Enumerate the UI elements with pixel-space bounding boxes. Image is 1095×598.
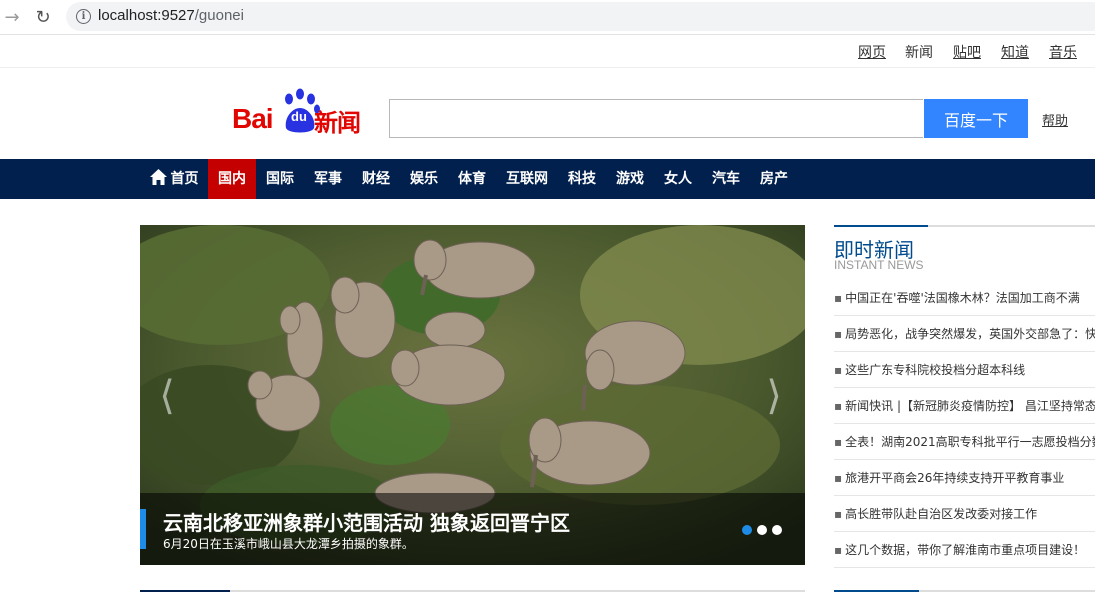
slide-subline: 6月20日在玉溪市峨山县大龙潭乡拍摄的象群。 (163, 537, 414, 551)
panel-top-accent (834, 225, 928, 227)
info-icon[interactable]: i (76, 9, 91, 24)
section-divider (140, 590, 805, 592)
slide-dot-1[interactable] (742, 525, 752, 535)
chevron-left-icon[interactable]: ⟨ (152, 371, 182, 421)
news-item[interactable]: ▪ 旅港开平商会26年持续支持开平教育事业 (834, 460, 1095, 496)
search-input[interactable] (389, 99, 923, 138)
nav-item-guoji[interactable]: 国际 (256, 159, 304, 199)
nav-item-fangchan[interactable]: 房产 (750, 159, 798, 199)
address-bar[interactable]: i localhost:9527/guonei (66, 2, 1095, 31)
toplink-zhidao[interactable]: 知道 (1001, 42, 1029, 62)
news-item[interactable]: ▪ 新闻快讯 |【新冠肺炎疫情防控】 昌江坚持常态 (834, 388, 1095, 424)
toplink-music[interactable]: 音乐 (1049, 42, 1077, 62)
toplink-tieba[interactable]: 贴吧 (953, 42, 981, 62)
nav-item-youxi[interactable]: 游戏 (606, 159, 654, 199)
nav-item-caijing[interactable]: 财经 (352, 159, 400, 199)
bullet-icon: ▪ (834, 543, 843, 557)
logo-xinwen-text: 新闻 (314, 109, 361, 137)
nav-item-guonei[interactable]: 国内 (208, 159, 256, 199)
panel-top-rule (834, 225, 1095, 227)
slide-headline[interactable]: 云南北移亚洲象群小范围活动 独象返回晋宁区 (163, 507, 570, 536)
chevron-right-icon[interactable]: ⟩ (759, 371, 789, 421)
home-icon (149, 169, 167, 185)
instant-news-subtitle: INSTANT NEWS (834, 258, 924, 272)
url-text[interactable]: localhost:9527/guonei (98, 7, 244, 24)
news-item-title[interactable]: 高长胜带队赴自治区发改委对接工作 (845, 507, 1037, 521)
category-nav: 首页 国内 国际 军事 财经 娱乐 体育 互联网 科技 游戏 女人 汽车 房产 (0, 159, 1095, 199)
url-host: localhost:9527 (98, 7, 195, 24)
logo-du-text: du (291, 109, 307, 124)
logo-bai-text: Bai (232, 103, 274, 134)
search-button[interactable]: 百度一下 (924, 99, 1028, 138)
nav-item-keji[interactable]: 科技 (558, 159, 606, 199)
bullet-icon: ▪ (834, 363, 843, 377)
slide-caption[interactable]: 云南北移亚洲象群小范围活动 独象返回晋宁区 6月20日在玉溪市峨山县大龙潭乡拍摄… (140, 493, 805, 565)
nav-item-home[interactable]: 首页 (140, 159, 208, 199)
news-item[interactable]: ▪ 高长胜带队赴自治区发改委对接工作 (834, 496, 1095, 532)
instant-news-list: ▪ 中国正在'吞噬'法国橡木林？法国加工商不满 ▪ 局势恶化，战争突然爆发，英国外交… (834, 280, 1095, 568)
toplink-news[interactable]: 新闻 (905, 42, 933, 62)
instant-news-panel: 即时新闻 INSTANT NEWS ▪ 中国正在'吞噬'法国橡木林？法国加工商不满… (834, 225, 1095, 598)
help-link[interactable]: 帮助 (1042, 110, 1068, 129)
nav-item-nvren[interactable]: 女人 (654, 159, 702, 199)
news-item-title[interactable]: 这几个数据，带你了解淮南市重点项目建设！ (845, 543, 1085, 557)
news-item-title[interactable]: 这些广东专科院校投档分超本科线 (845, 363, 1025, 377)
url-path: /guonei (194, 7, 244, 24)
news-item[interactable]: ▪ 这些广东专科院校投档分超本科线 (834, 352, 1095, 388)
bullet-icon: ▪ (834, 327, 843, 341)
slide-dot-2[interactable] (757, 525, 767, 535)
news-item-title[interactable]: 新闻快讯 |【新冠肺炎疫情防控】 昌江坚持常态 (845, 399, 1095, 413)
baidu-news-logo[interactable]: Bai du 新闻 (232, 88, 372, 137)
nav-item-hulianwang[interactable]: 互联网 (496, 159, 558, 199)
bullet-icon: ▪ (834, 291, 843, 305)
news-item[interactable]: ▪ 全表！湖南2021高职专科批平行一志愿投档分数 (834, 424, 1095, 460)
bullet-icon: ▪ (834, 435, 843, 449)
panel-bottom-accent (834, 590, 919, 592)
news-item[interactable]: ▪ 这几个数据，带你了解淮南市重点项目建设！ (834, 532, 1095, 568)
news-item[interactable]: ▪ 局势恶化，战争突然爆发，英国外交部急了：快 (834, 316, 1095, 352)
nav-item-junshi[interactable]: 军事 (304, 159, 352, 199)
bullet-icon: ▪ (834, 507, 843, 521)
nav-item-tiyu[interactable]: 体育 (448, 159, 496, 199)
nav-item-yule[interactable]: 娱乐 (400, 159, 448, 199)
news-item-title[interactable]: 中国正在'吞噬'法国橡木林？法国加工商不满 (845, 291, 1080, 305)
news-item-title[interactable]: 旅港开平商会26年持续支持开平教育事业 (845, 471, 1064, 485)
top-links-bar: 网页 新闻 贴吧 知道 音乐 (0, 34, 1095, 68)
news-item-title[interactable]: 全表！湖南2021高职专科批平行一志愿投档分数 (845, 435, 1095, 449)
caption-accent-bar (140, 509, 146, 549)
panel-bottom-rule (834, 590, 1095, 592)
browser-toolbar: → ↻ i localhost:9527/guonei (0, 0, 1095, 35)
slide-dot-3[interactable] (772, 525, 782, 535)
reload-icon[interactable]: ↻ (32, 6, 54, 28)
bullet-icon: ▪ (834, 471, 843, 485)
news-item-title[interactable]: 局势恶化，战争突然爆发，英国外交部急了：快 (845, 327, 1095, 341)
divider-accent (140, 590, 230, 592)
nav-item-label: 首页 (170, 171, 199, 187)
nav-item-qiche[interactable]: 汽车 (702, 159, 750, 199)
news-item[interactable]: ▪ 中国正在'吞噬'法国橡木林？法国加工商不满 (834, 280, 1095, 316)
back-arrow-icon[interactable]: → (1, 6, 23, 28)
bullet-icon: ▪ (834, 399, 843, 413)
toplink-web[interactable]: 网页 (858, 42, 886, 62)
headline-slider[interactable]: ⟨ ⟩ 云南北移亚洲象群小范围活动 独象返回晋宁区 6月20日在玉溪市峨山县大龙… (140, 225, 805, 565)
